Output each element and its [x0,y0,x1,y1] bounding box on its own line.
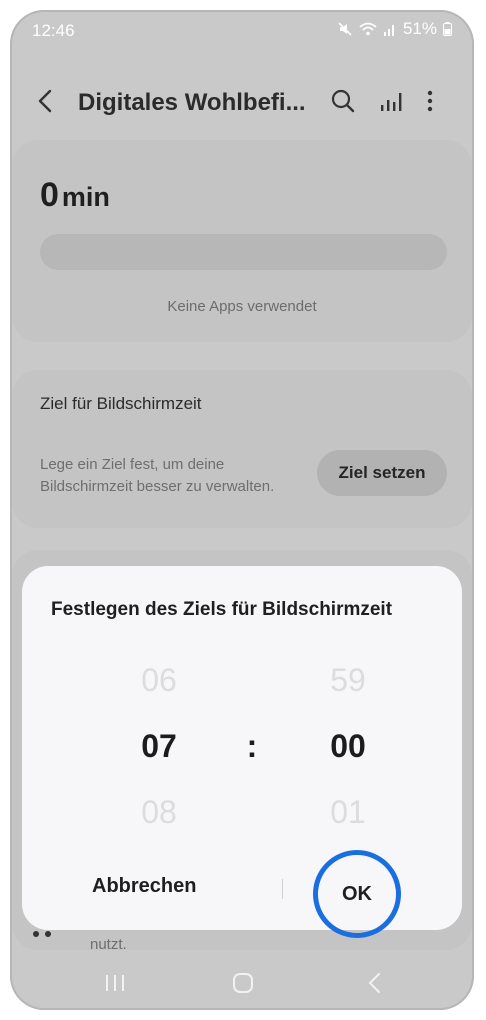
cancel-button[interactable]: Abbrechen [92,866,262,906]
screen-time-card[interactable]: 0 min Keine Apps verwendet [12,140,472,342]
nav-back-icon[interactable] [365,972,385,994]
home-icon[interactable] [231,971,255,995]
screen-time-total: 0 min [40,176,110,215]
goal-picker-dialog: Festlegen des Ziels für Bildschirmzeit 0… [22,566,462,938]
button-divider [282,879,283,899]
phone-screen: 12:46 51% Digitales Wohlbefi... 0 min Ke… [10,10,474,1010]
minute-selected[interactable]: 00 [308,728,388,765]
battery-icon [443,22,452,36]
page-title: Digitales Wohlbefi... [78,89,306,116]
time-separator: : [246,728,258,764]
partial-card-text: nutzt. [90,936,127,953]
signal-icon [383,25,394,36]
minute-prev[interactable]: 59 [308,662,388,699]
more-options-icon[interactable] [425,88,435,114]
app-bar: Digitales Wohlbefi... [10,76,474,132]
battery-percent: 51% [402,19,437,38]
screen-time-goal-card: Ziel für Bildschirmzeit Lege ein Ziel fe… [12,370,472,528]
screen-time-unit: min [61,182,110,212]
set-goal-button[interactable]: Ziel setzen [317,450,447,496]
dialog-title: Festlegen des Ziels für Bildschirmzeit [51,599,393,620]
screen-time-value: 0 [40,176,59,214]
statistics-icon[interactable] [378,88,404,114]
back-arrow-icon[interactable] [34,88,58,114]
goal-title: Ziel für Bildschirmzeit [40,394,202,413]
hour-next[interactable]: 08 [119,794,199,831]
no-apps-text: Keine Apps verwendet [167,298,317,315]
ok-button[interactable]: OK [313,850,401,938]
minute-next[interactable]: 01 [308,794,388,831]
status-bar: 12:46 51% [10,10,474,54]
goal-description: Lege ein Ziel fest, um deine Bildschirmz… [40,456,275,495]
hour-selected[interactable]: 07 [119,728,199,765]
recent-apps-icon[interactable] [103,972,127,994]
search-icon[interactable] [330,88,356,114]
status-icons: 51% [337,19,452,39]
usage-bar [40,234,447,270]
status-time: 12:46 [32,21,75,40]
mute-icon [338,22,352,36]
navigation-bar [10,960,474,1010]
hour-prev[interactable]: 06 [119,662,199,699]
wifi-icon [359,22,377,36]
